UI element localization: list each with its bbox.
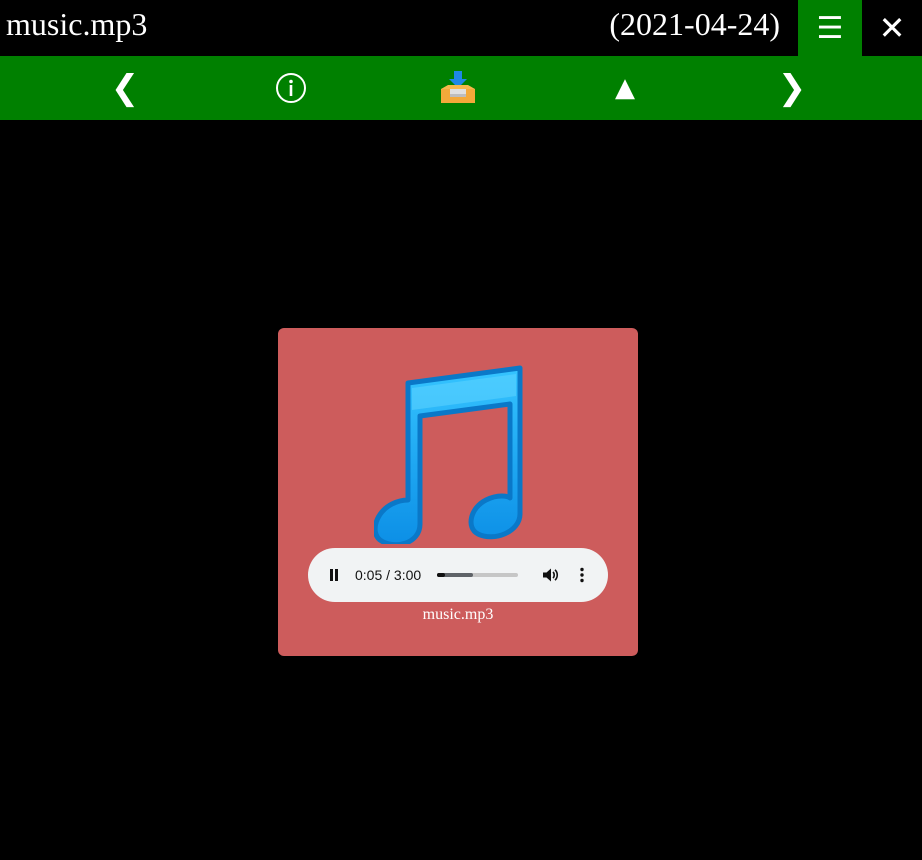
next-button[interactable]: ❯ <box>762 56 822 120</box>
menu-button[interactable]: ☰ <box>798 0 862 56</box>
chevron-left-icon: ❮ <box>110 68 140 108</box>
triangle-up-icon: ▲ <box>615 73 635 103</box>
media-caption: music.mp3 <box>422 606 494 623</box>
hamburger-menu-icon: ☰ <box>816 10 844 46</box>
close-icon: ✕ <box>878 9 906 47</box>
pause-icon[interactable] <box>324 565 344 585</box>
close-button[interactable]: ✕ <box>862 0 922 56</box>
download-button[interactable] <box>428 56 488 120</box>
audio-player: 0:05 / 3:00 <box>308 548 608 602</box>
previous-button[interactable]: ❮ <box>95 56 155 120</box>
seek-bar[interactable] <box>437 573 518 577</box>
title-bar: music.mp3 (2021-04-24) ☰ ✕ <box>0 0 922 56</box>
progress-fill <box>437 573 446 577</box>
info-button[interactable] <box>261 56 321 120</box>
music-note-icon <box>374 365 523 544</box>
more-options-icon[interactable] <box>572 565 592 585</box>
toolbar: ❮ ▲ ❯ <box>0 56 922 120</box>
chevron-right-icon: ❯ <box>777 68 807 108</box>
info-circle-icon <box>276 73 306 103</box>
media-card: 0:05 / 3:00 music.mp3 <box>278 328 638 656</box>
file-date: (2021-04-24) <box>609 6 780 42</box>
time-display: 0:05 / 3:00 <box>355 567 422 583</box>
up-button[interactable]: ▲ <box>595 56 655 120</box>
volume-icon[interactable] <box>540 565 560 585</box>
file-title: music.mp3 <box>6 6 148 42</box>
download-tray-icon <box>441 71 475 103</box>
